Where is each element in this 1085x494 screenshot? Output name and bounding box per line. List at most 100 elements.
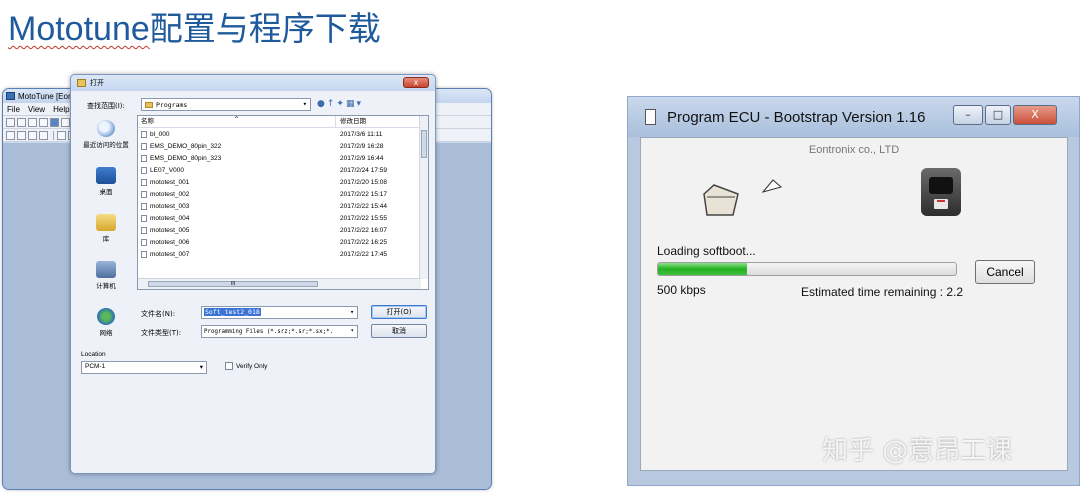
new-folder-icon[interactable]: ✦ xyxy=(336,99,346,109)
file-name-label: 文件名(N): xyxy=(141,310,176,318)
file-rows: bl_000 2017/3/6 11:11 EMS_DEMO_80pin_322 20… xyxy=(138,128,428,260)
ecu-module-screen xyxy=(929,177,953,194)
info-icon[interactable] xyxy=(6,130,15,140)
file-list-item[interactable]: bl_000 2017/3/6 11:11 xyxy=(138,128,428,140)
record-icon[interactable] xyxy=(57,130,66,140)
file-date: 2017/2/22 17:45 xyxy=(340,250,387,258)
open-dialog-title: 打开 xyxy=(90,79,104,87)
open-dialog-titlebar: 打开 xyxy=(71,75,435,91)
file-icon xyxy=(141,214,147,222)
up-folder-icon[interactable]: ↑ xyxy=(327,99,337,109)
file-list-item[interactable]: LE07_V000 2017/2/24 17:59 xyxy=(138,164,428,176)
place-library[interactable]: 库 xyxy=(75,214,137,258)
column-date-header[interactable]: 修改日期 xyxy=(336,116,366,127)
new-icon[interactable] xyxy=(6,117,15,127)
file-name: mototest_005 xyxy=(150,226,190,234)
library-icon xyxy=(96,214,116,231)
file-list-item[interactable]: mototest_003 2017/2/22 15:44 xyxy=(138,200,428,212)
place-label: 计算机 xyxy=(96,282,116,290)
computer-icon xyxy=(96,261,116,278)
program-ecu-icon[interactable] xyxy=(50,117,59,127)
watermark: 知乎 @意昂工课 xyxy=(822,436,1013,466)
file-list-item[interactable]: mototest_001 2017/2/20 15:08 xyxy=(138,176,428,188)
open-dialog-close-button[interactable]: x xyxy=(403,77,429,88)
file-list: 名称 ^ 修改日期 bl_000 2017/3/6 11:11 EMS_DEMO_80… xyxy=(137,115,429,290)
cancel-button[interactable]: 取消 xyxy=(371,324,427,338)
file-list-item[interactable]: mototest_002 2017/2/22 15:17 xyxy=(138,188,428,200)
minimize-button[interactable]: – xyxy=(953,105,983,125)
verify-only-label: Verify Only xyxy=(236,362,268,370)
monitor-icon[interactable] xyxy=(28,130,37,140)
file-list-item[interactable]: mototest_007 2017/2/22 17:45 xyxy=(138,248,428,260)
file-icon xyxy=(141,166,147,174)
slide-title-latin: Mototune xyxy=(8,10,150,48)
graph-icon[interactable] xyxy=(39,130,48,140)
file-list-horizontal-scrollbar[interactable]: III xyxy=(138,278,421,289)
location-label: Location xyxy=(81,351,106,358)
scrollbar-thumb[interactable]: III xyxy=(148,281,318,287)
file-icon xyxy=(141,238,147,246)
file-date: 2017/2/22 15:55 xyxy=(340,214,387,222)
place-computer[interactable]: 计算机 xyxy=(75,261,137,305)
file-list-item[interactable]: mototest_006 2017/2/22 16:25 xyxy=(138,236,428,248)
file-date: 2017/2/22 16:25 xyxy=(340,238,387,246)
place-network[interactable]: 网络 xyxy=(75,308,137,352)
look-in-dropdown[interactable]: Programs ▾ xyxy=(141,98,311,111)
slide-title-cjk: 配置与程序下载 xyxy=(149,9,381,48)
maximize-button[interactable]: □ xyxy=(985,105,1011,125)
back-icon[interactable]: ● xyxy=(317,99,327,109)
open-dialog-folder-icon xyxy=(77,79,86,87)
file-list-item[interactable]: EMS_DEMO_80pin_322 2017/2/9 16:28 xyxy=(138,140,428,152)
file-date: 2017/2/24 17:59 xyxy=(340,166,387,174)
file-date: 2017/2/22 15:17 xyxy=(340,190,387,198)
file-icon xyxy=(141,154,147,162)
file-name: bl_000 xyxy=(150,130,170,138)
file-list-vertical-scrollbar[interactable] xyxy=(419,116,428,279)
file-name-input[interactable]: Soft_test2_018 ▾ xyxy=(201,306,358,319)
verify-only-checkbox[interactable]: Verify Only xyxy=(225,362,267,370)
place-desktop[interactable]: 桌面 xyxy=(75,167,137,211)
menu-file[interactable]: File xyxy=(7,105,20,114)
file-date: 2017/2/22 16:07 xyxy=(340,226,387,234)
warning-icon[interactable] xyxy=(17,130,26,140)
program-ecu-body: Eontronix co., LTD Loading softboot... 5… xyxy=(640,137,1068,471)
estimated-time-remaining: Estimated time remaining : 2.2 xyxy=(801,285,964,299)
column-name-header[interactable]: 名称 ^ xyxy=(138,116,336,127)
file-type-select[interactable]: Programming Files (*.srz;*.sr;*.sx;*. ▾ xyxy=(201,325,358,338)
document-icon xyxy=(645,109,656,125)
file-list-item[interactable]: mototest_004 2017/2/22 15:55 xyxy=(138,212,428,224)
checkbox-box[interactable] xyxy=(225,362,233,370)
close-button[interactable]: X xyxy=(1013,105,1057,125)
look-in-label: 查找范围(I): xyxy=(87,102,125,110)
toolbar-separator xyxy=(53,130,54,140)
file-name: mototest_002 xyxy=(150,190,190,198)
file-list-item[interactable]: EMS_DEMO_80pin_323 2017/2/9 16:44 xyxy=(138,152,428,164)
recent-places-icon xyxy=(97,120,115,137)
chevron-down-icon: ▾ xyxy=(350,326,354,336)
location-select[interactable]: PCM-1 ▾ xyxy=(81,361,207,374)
programming-progress-bar xyxy=(657,262,957,276)
view-menu-icon[interactable]: ▦▾ xyxy=(346,99,363,109)
cancel-programming-button[interactable]: Cancel xyxy=(975,260,1035,284)
calibrate-icon[interactable] xyxy=(61,117,70,127)
file-icon xyxy=(141,130,147,138)
file-list-item[interactable]: mototest_005 2017/2/22 16:07 xyxy=(138,224,428,236)
ecu-module-icon xyxy=(921,168,961,216)
file-name: mototest_003 xyxy=(150,202,190,210)
save-all-icon[interactable] xyxy=(39,117,48,127)
scrollbar-thumb[interactable] xyxy=(421,130,427,158)
menu-view[interactable]: View xyxy=(28,105,45,114)
place-recent[interactable]: 最近访问的位置 xyxy=(75,120,137,164)
open-button[interactable]: 打开(O) xyxy=(371,305,427,319)
location-value: PCM-1 xyxy=(85,363,106,370)
sort-ascending-icon: ^ xyxy=(234,116,240,123)
open-icon[interactable] xyxy=(17,117,26,127)
place-label: 最近访问的位置 xyxy=(83,141,129,149)
save-icon[interactable] xyxy=(28,117,37,127)
folder-open-icon xyxy=(703,184,739,216)
menu-help[interactable]: Help xyxy=(53,105,69,114)
mototune-app-icon xyxy=(6,92,15,100)
file-date: 2017/2/20 15:08 xyxy=(340,178,387,186)
file-icon xyxy=(141,190,147,198)
file-name: mototest_007 xyxy=(150,250,190,258)
